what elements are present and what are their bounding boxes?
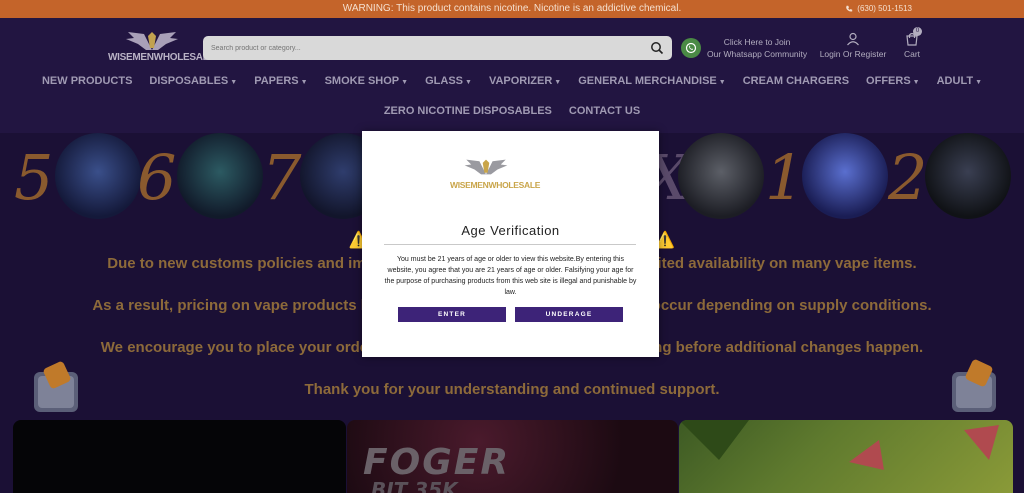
modal-divider (384, 244, 636, 245)
modal-body-text: You must be 21 years of age or older to … (384, 256, 637, 296)
enter-button[interactable]: ENTER (398, 307, 506, 322)
underage-button[interactable]: UNDERAGE (515, 307, 623, 322)
age-verification-modal: WISEMENWHOLESALE Age Verification You mu… (362, 131, 659, 357)
wings-logo-icon (464, 159, 508, 175)
modal-logo: WISEMENWHOLESALE (450, 157, 541, 197)
modal-title: Age Verification (461, 223, 560, 238)
modal-logo-text: WISEMENWHOLESALE (450, 180, 541, 190)
